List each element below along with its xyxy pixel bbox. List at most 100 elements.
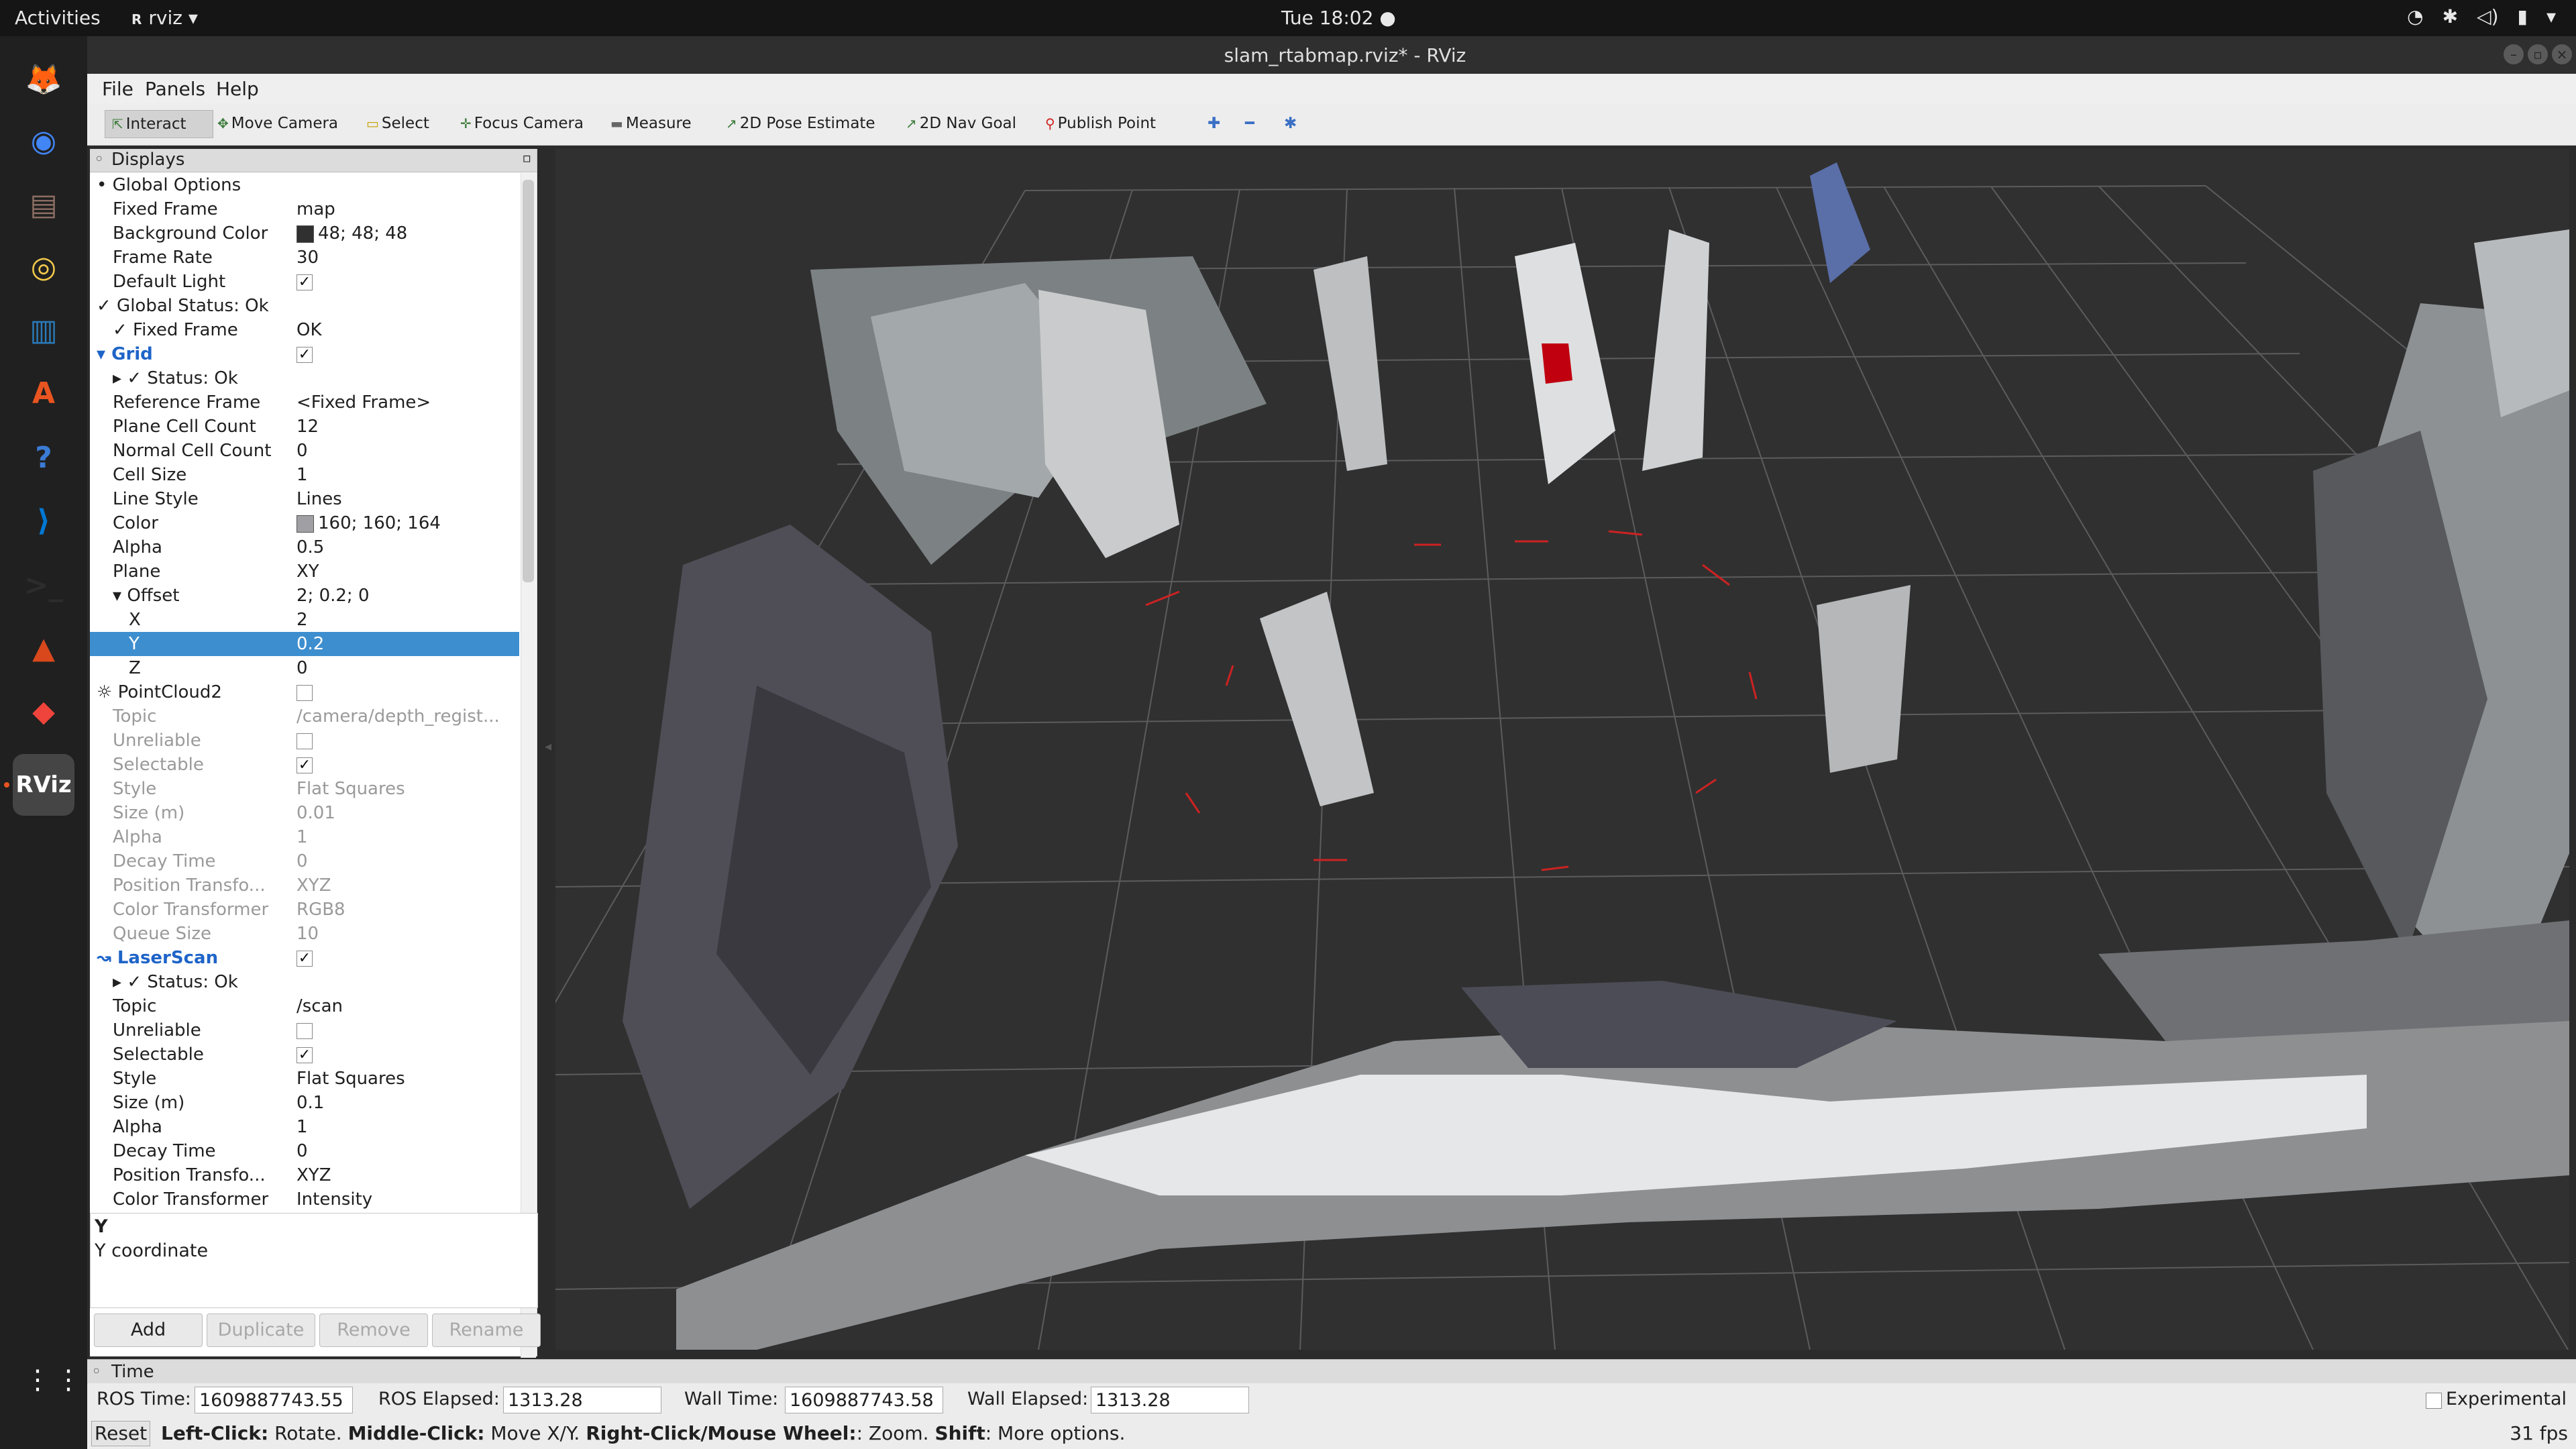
checkbox[interactable]: ✓ — [297, 274, 313, 290]
display-row[interactable]: Plane XY — [90, 559, 519, 584]
remove-display-button[interactable]: Remove — [319, 1313, 428, 1347]
display-row-value[interactable]: 0.2 — [297, 632, 518, 656]
ros-time-field[interactable]: 1609887743.55 — [195, 1387, 353, 1413]
checkbox[interactable]: ✓ — [297, 950, 313, 967]
display-row[interactable]: Topic/camera/depth_regist... — [90, 704, 519, 729]
tool-2d-pose-estimate[interactable]: ↗ 2D Pose Estimate — [719, 110, 882, 137]
window-title-bar[interactable]: slam_rtabmap.rviz* - RViz – ▫ × — [87, 36, 2576, 74]
checkbox[interactable] — [297, 684, 313, 701]
menu-panels[interactable]: Panels — [145, 78, 205, 100]
display-row-value[interactable] — [297, 1018, 518, 1042]
display-row-value[interactable]: 48; 48; 48 — [297, 221, 518, 246]
display-row[interactable]: Frame Rate 30 — [90, 246, 519, 270]
display-row-value[interactable]: /camera/depth_regist... — [297, 704, 518, 729]
display-row-value[interactable]: <Fixed Frame> — [297, 390, 518, 415]
menu-help[interactable]: Help — [216, 78, 259, 100]
display-row[interactable]: Z0 — [90, 656, 519, 680]
panel-float-button[interactable]: ▫ — [522, 150, 531, 166]
display-row-value[interactable]: Lines — [297, 487, 518, 511]
display-row-value[interactable] — [297, 729, 518, 753]
system-tray[interactable]: ◔ ✱ ◁) ▮ ▾ — [2407, 5, 2556, 28]
wall-time-field[interactable]: 1609887743.58 — [785, 1387, 943, 1413]
menu-file[interactable]: File — [102, 78, 133, 100]
display-row-value[interactable]: ✓ — [297, 753, 518, 777]
remove-tool-button[interactable]: ━ — [1238, 110, 1261, 137]
display-row-value[interactable]: 0.01 — [297, 801, 518, 825]
tool-properties-button[interactable]: ✱ — [1277, 110, 1303, 137]
display-row-value[interactable]: 0 — [297, 439, 518, 463]
rhythmbox-icon[interactable]: ◎ — [13, 236, 74, 298]
terminal-icon[interactable]: >_ — [13, 554, 74, 616]
display-row[interactable]: Cell Size 1 — [90, 463, 519, 487]
chrome-icon[interactable]: ◉ — [13, 110, 74, 172]
display-row[interactable]: Decay Time 0 — [90, 1139, 519, 1163]
display-row[interactable]: ✓ Fixed Frame OK — [90, 318, 519, 342]
display-row-value[interactable]: XYZ — [297, 1163, 518, 1187]
display-row[interactable]: Style Flat Squares — [90, 777, 519, 801]
display-row-value[interactable]: 2 — [297, 608, 518, 632]
display-row-value[interactable]: 160; 160; 164 — [297, 511, 518, 535]
checkbox[interactable] — [297, 733, 313, 749]
display-row-value[interactable]: 10 — [297, 922, 518, 946]
display-row[interactable]: ▾ Grid ✓ — [90, 342, 519, 366]
display-row[interactable]: Y 0.2 — [90, 632, 519, 656]
add-display-button[interactable]: Add — [94, 1313, 203, 1347]
display-row-value[interactable]: map — [297, 197, 518, 221]
tool-measure[interactable]: ▬ Measure — [604, 110, 698, 137]
activities-button[interactable]: Activities — [15, 7, 101, 29]
clock[interactable]: Tue 18:02 ● — [1281, 7, 1396, 29]
display-row-value[interactable]: RGB8 — [297, 898, 518, 922]
tool-focus-camera[interactable]: ✛ Focus Camera — [453, 110, 590, 137]
display-row[interactable]: Color Transformer Intensity — [90, 1187, 519, 1212]
display-row[interactable]: Plane Cell Count 12 — [90, 415, 519, 439]
duplicate-display-button[interactable]: Duplicate — [207, 1313, 315, 1347]
display-row[interactable]: Alpha 1 — [90, 1115, 519, 1139]
display-row-value[interactable]: 1 — [297, 825, 518, 849]
display-row-value[interactable]: 30 — [297, 246, 518, 270]
display-row-value[interactable]: 0 — [297, 1139, 518, 1163]
display-row[interactable]: Unreliable — [90, 1018, 519, 1042]
display-row-value[interactable]: ✓ — [297, 342, 518, 366]
display-row-value[interactable]: ✓ — [297, 946, 518, 970]
display-row[interactable]: Queue Size 10 — [90, 922, 519, 946]
ros-elapsed-field[interactable]: 1313.28 — [503, 1387, 661, 1413]
tool-select[interactable]: ▭ Select — [360, 110, 436, 137]
display-row[interactable]: Color 160; 160; 164 — [90, 511, 519, 535]
display-row-value[interactable]: Flat Squares — [297, 777, 518, 801]
close-button[interactable]: × — [2552, 44, 2572, 64]
display-row-value[interactable]: 12 — [297, 415, 518, 439]
display-row-value[interactable]: Intensity — [297, 1187, 518, 1212]
rviz-icon[interactable]: RViz — [13, 754, 74, 816]
rename-display-button[interactable]: Rename — [432, 1313, 541, 1347]
display-row-value[interactable]: 0 — [297, 849, 518, 873]
display-row[interactable]: Selectable ✓ — [90, 753, 519, 777]
display-row[interactable]: ▾ Offset 2; 0.2; 0 — [90, 584, 519, 608]
displays-tree[interactable]: • Global Options Fixed Frame map Backgrou… — [90, 173, 519, 1358]
maximize-button[interactable]: ▫ — [2528, 44, 2548, 64]
display-row[interactable]: Position Transfo... XYZ — [90, 1163, 519, 1187]
display-row[interactable]: Position Transfo... XYZ — [90, 873, 519, 898]
experimental-checkbox[interactable] — [2426, 1393, 2442, 1409]
display-row[interactable]: Alpha 1 — [90, 825, 519, 849]
display-row[interactable]: ▸ ✓ Status: Ok — [90, 366, 519, 390]
anydesk-icon[interactable]: ◆ — [13, 680, 74, 742]
reset-button[interactable]: Reset — [91, 1421, 150, 1446]
display-row[interactable]: Normal Cell Count 0 — [90, 439, 519, 463]
display-row-value[interactable]: ✓ — [297, 270, 518, 294]
display-row-value[interactable]: Flat Squares — [297, 1067, 518, 1091]
display-row-value[interactable]: 0 — [297, 656, 518, 680]
files-icon[interactable]: ▤ — [13, 174, 74, 235]
display-row-value[interactable]: XY — [297, 559, 518, 584]
tool-publish-point[interactable]: ⚲ Publish Point — [1038, 110, 1163, 137]
tool-interact[interactable]: ⇱ Interact — [105, 110, 213, 138]
matlab-icon[interactable]: ▲ — [13, 617, 74, 679]
checkbox[interactable]: ✓ — [297, 757, 313, 773]
writer-icon[interactable]: ▥ — [13, 299, 74, 361]
software-icon[interactable]: A — [13, 362, 74, 424]
app-menu[interactable]: Rrviz ▾ — [131, 7, 198, 29]
display-row[interactable]: Style Flat Squares — [90, 1067, 519, 1091]
displays-scrollbar[interactable] — [521, 173, 536, 1358]
display-row[interactable]: Selectable ✓ — [90, 1042, 519, 1067]
splitter-handle-icon[interactable]: ◂ — [545, 738, 551, 754]
display-row-value[interactable]: XYZ — [297, 873, 518, 898]
